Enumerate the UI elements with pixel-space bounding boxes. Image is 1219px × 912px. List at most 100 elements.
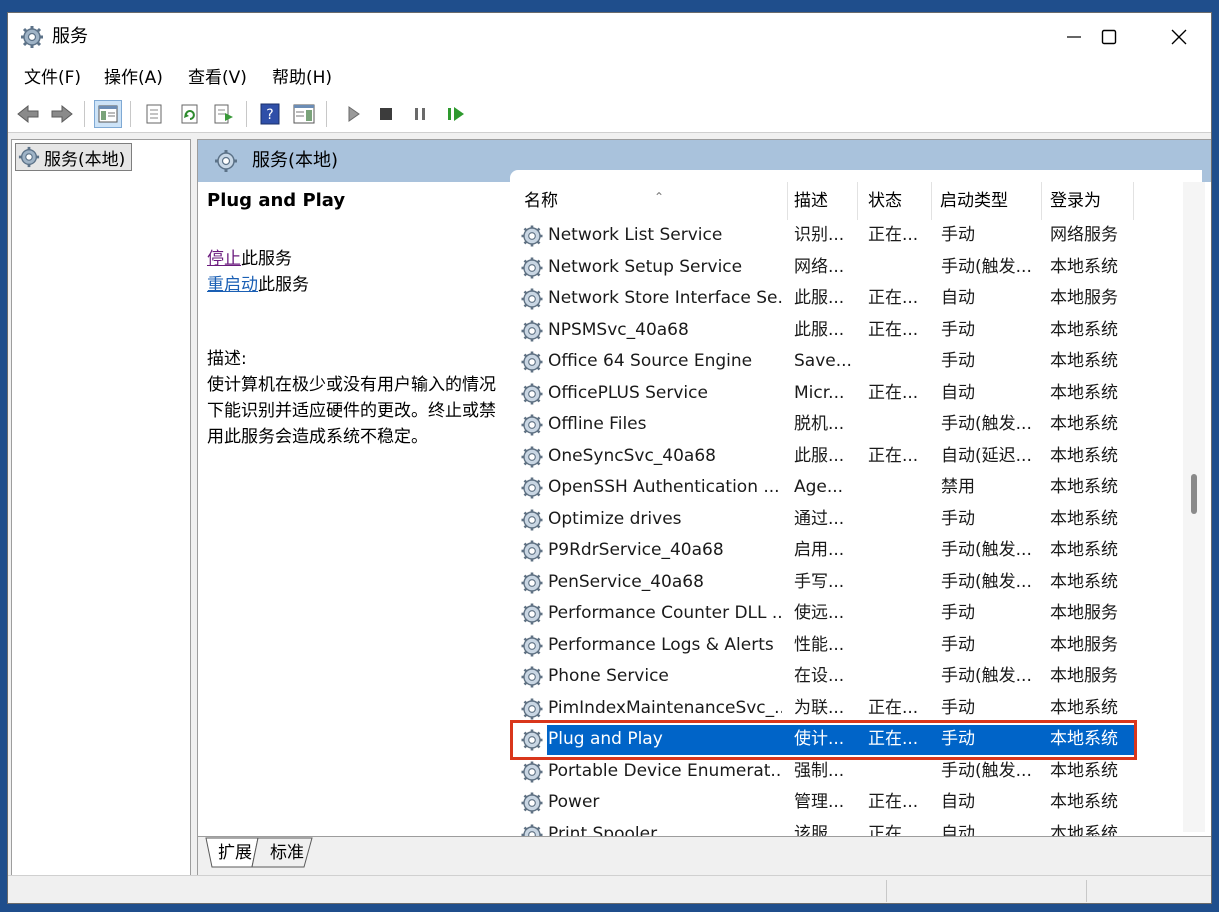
service-logon-as: 本地服务 <box>1050 288 1118 308</box>
service-startup-type: 手动 <box>941 729 975 749</box>
help-button[interactable]: ? <box>256 100 284 128</box>
service-logon-as: 本地服务 <box>1050 634 1118 655</box>
service-status <box>868 535 932 567</box>
service-startup-type: 手动 <box>941 508 975 529</box>
column-header-name[interactable]: ⌃ 名称 <box>518 182 788 220</box>
service-gear-icon <box>520 413 544 437</box>
stop-service-line: 停止此服务 <box>207 244 292 269</box>
table-row-selected[interactable]: Plug and Play 使计... 正在... 手动 本地系统 <box>510 720 1202 760</box>
service-status <box>868 598 932 630</box>
service-logon-as: 本地系统 <box>1050 729 1118 749</box>
close-button[interactable] <box>1144 13 1211 61</box>
start-service-button[interactable] <box>340 100 368 128</box>
back-arrow-icon <box>17 104 39 124</box>
table-row[interactable]: Optimize drives 通过... 手动 本地系统 <box>510 504 1202 536</box>
service-logon-as: 本地服务 <box>1050 603 1118 623</box>
table-row[interactable]: Print Spooler 该服... 正在... 自动 本地系统 <box>510 819 1202 837</box>
table-row[interactable]: NPSMSvc_40a68 此服... 正在... 手动 本地系统 <box>510 315 1202 347</box>
table-row[interactable]: Network List Service 识别... 正在... 手动 网络服务 <box>510 220 1202 252</box>
service-startup-type: 手动(触发... <box>941 414 1032 434</box>
pause-service-button[interactable] <box>406 100 434 128</box>
list-header: ⌃ 名称 描述 状态 启动类型 登录为 <box>510 182 1202 220</box>
maximize-button[interactable] <box>1074 13 1144 61</box>
forward-button[interactable] <box>48 100 76 128</box>
table-row[interactable]: Network Setup Service 网络... 手动(触发... 本地系统 <box>510 252 1202 284</box>
service-logon-as: 本地系统 <box>1050 477 1118 497</box>
tab-extended[interactable]: 扩展 <box>210 839 260 867</box>
service-name: PenService_40a68 <box>548 571 704 592</box>
service-name: Plug and Play <box>548 729 663 749</box>
service-startup-type: 手动(触发... <box>941 540 1032 560</box>
service-logon-as: 本地系统 <box>1050 540 1118 560</box>
services-gear-icon <box>215 150 237 172</box>
stop-service-link[interactable]: 停止 <box>207 249 241 269</box>
service-gear-icon <box>520 224 544 248</box>
pause-icon <box>415 108 425 120</box>
table-row[interactable]: OpenSSH Authentication ... Age... 禁用 本地系统 <box>510 472 1202 504</box>
column-header-description[interactable]: 描述 <box>788 182 858 220</box>
service-name: Performance Logs & Alerts <box>548 634 774 655</box>
restart-service-link[interactable]: 重启动 <box>207 275 258 295</box>
service-description-cell: 手写... <box>794 571 845 592</box>
column-header-startup-type[interactable]: 启动类型 <box>934 182 1042 220</box>
restart-service-button[interactable] <box>442 100 470 128</box>
menu-file[interactable]: 文件(F) <box>24 67 81 89</box>
service-gear-icon <box>520 602 544 626</box>
back-button[interactable] <box>14 100 42 128</box>
service-startup-type: 手动(触发... <box>941 760 1032 781</box>
service-logon-as: 本地系统 <box>1050 414 1118 434</box>
table-row[interactable]: OneSyncSvc_40a68 此服... 正在... 自动(延迟... 本地系统 <box>510 441 1202 473</box>
tab-standard[interactable]: 标准 <box>262 839 312 867</box>
table-row[interactable]: PimIndexMaintenanceSvc_... 为联... 正在... 手动 本地… <box>510 693 1202 725</box>
table-row[interactable]: Phone Service 在设... 手动(触发... 本地服务 <box>510 661 1202 693</box>
service-description-cell: 强制... <box>794 760 845 781</box>
window-title: 服务 <box>52 26 88 47</box>
table-row[interactable]: Performance Counter DLL ... 使远... 手动 本地服务 <box>510 598 1202 630</box>
table-row[interactable]: P9RdrService_40a68 启用... 手动(触发... 本地系统 <box>510 535 1202 567</box>
column-header-status[interactable]: 状态 <box>862 182 932 220</box>
service-status: 正在... <box>868 823 919 837</box>
service-logon-as: 本地系统 <box>1050 760 1118 781</box>
status-bar <box>8 875 1211 903</box>
export-list-button[interactable] <box>210 100 238 128</box>
table-row[interactable]: PenService_40a68 手写... 手动(触发... 本地系统 <box>510 567 1202 599</box>
menu-view[interactable]: 查看(V) <box>188 67 247 89</box>
show-hide-tree-button[interactable] <box>94 100 122 128</box>
refresh-button[interactable] <box>176 100 204 128</box>
play-icon <box>348 106 360 122</box>
service-description-cell: Micr... <box>794 382 845 403</box>
tree-item-services-local[interactable]: 服务(本地) <box>15 143 133 171</box>
menu-help[interactable]: 帮助(H) <box>272 67 332 89</box>
help-icon: ? <box>260 103 280 125</box>
menu-action[interactable]: 操作(A) <box>104 67 163 89</box>
service-logon-as: 本地系统 <box>1050 823 1118 837</box>
table-row[interactable]: Offline Files 脱机... 手动(触发... 本地系统 <box>510 409 1202 441</box>
service-startup-type: 自动 <box>941 382 975 403</box>
service-description-cell: 该服... <box>794 823 845 837</box>
service-status <box>868 756 932 788</box>
refresh-icon <box>181 104 198 124</box>
extended-description-panel: Plug and Play 停止此服务 重启动此服务 描述: 使计算机在极少或没… <box>198 182 510 834</box>
table-row[interactable]: OfficePLUS Service Micr... 正在... 自动 本地系统 <box>510 378 1202 410</box>
service-gear-icon <box>520 823 544 836</box>
column-header-logon-as[interactable]: 登录为 <box>1044 182 1134 220</box>
stop-service-button[interactable] <box>372 100 400 128</box>
table-row[interactable]: Portable Device Enumerat... 强制... 手动(触发...… <box>510 756 1202 788</box>
title-bar[interactable]: 服务 <box>8 13 1211 61</box>
properties-button[interactable] <box>140 100 168 128</box>
table-row[interactable]: Performance Logs & Alerts 性能... 手动 本地服务 <box>510 630 1202 662</box>
table-row[interactable]: Power 管理... 正在... 自动 本地系统 <box>510 787 1202 819</box>
scrollbar-thumb[interactable] <box>1191 474 1197 514</box>
vertical-scrollbar[interactable] <box>1183 182 1205 832</box>
action-pane-button[interactable] <box>290 100 318 128</box>
service-startup-type: 禁用 <box>941 477 975 497</box>
service-gear-icon <box>520 571 544 595</box>
table-row[interactable]: Office 64 Source Engine Save... 手动 本地系统 <box>510 346 1202 378</box>
table-row[interactable]: Network Store Interface Se... 此服... 正在... 自… <box>510 283 1202 315</box>
service-logon-as: 本地系统 <box>1050 382 1118 403</box>
service-status <box>868 661 932 693</box>
service-gear-icon <box>520 508 544 532</box>
service-logon-as: 本地系统 <box>1050 445 1118 466</box>
tree-item-label: 服务(本地) <box>44 149 126 170</box>
service-logon-as: 本地系统 <box>1050 351 1118 371</box>
